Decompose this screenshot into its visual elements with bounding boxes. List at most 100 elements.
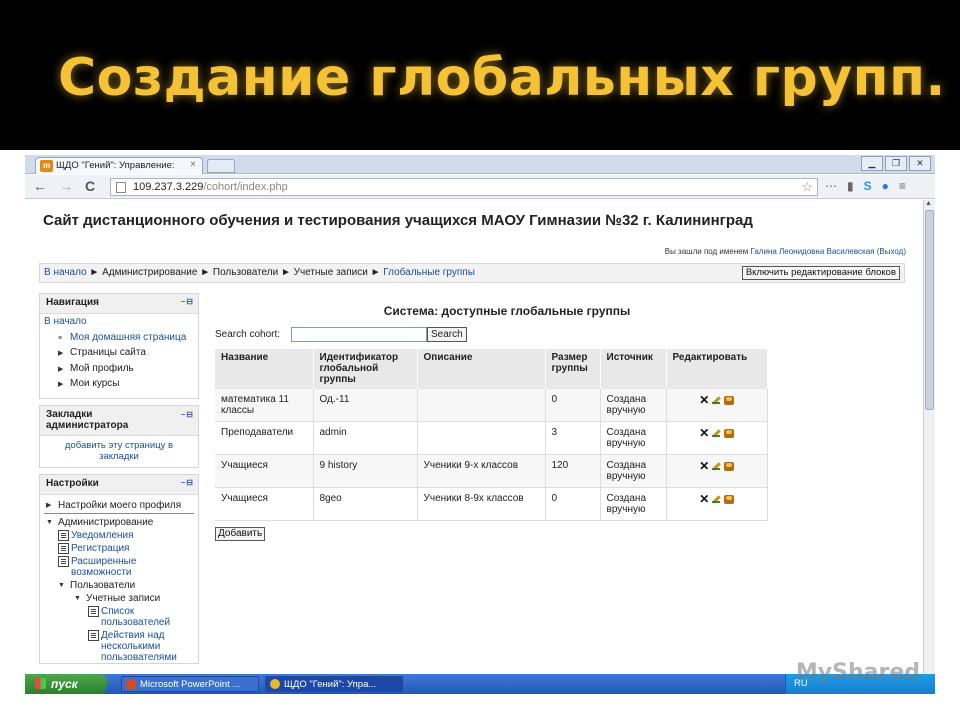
close-window-button[interactable]: ✕ <box>909 156 931 171</box>
block-controls-icon[interactable]: –⊟ <box>181 478 194 487</box>
scroll-thumb[interactable] <box>925 210 934 410</box>
delete-icon[interactable]: ✕ <box>699 394 709 406</box>
settings-item-label: Администрирование <box>58 516 154 528</box>
settings-notifications[interactable]: Уведомления <box>44 529 194 541</box>
edit-icon[interactable] <box>712 396 721 405</box>
bookmark-page-link[interactable]: добавить эту страницу в закладки <box>65 440 173 462</box>
taskbar-item-label: Microsoft PowerPoint ... <box>140 679 241 690</box>
document-icon <box>58 529 69 541</box>
edit-blocks-button[interactable]: Включить редактирование блоков <box>741 266 900 280</box>
user-profile-link[interactable]: Галина Леонидовна Василевская <box>750 247 874 256</box>
assign-users-icon[interactable] <box>724 428 735 438</box>
settings-item-label: Уведомления <box>71 529 134 541</box>
nav-item-my-courses[interactable]: ▶ Мои курсы <box>44 378 194 394</box>
divider <box>44 512 194 514</box>
delete-icon[interactable]: ✕ <box>699 427 709 439</box>
settings-registration[interactable]: Регистрация <box>44 542 194 554</box>
search-button[interactable]: Search <box>427 327 467 342</box>
settings-user-list[interactable]: Список пользователей <box>44 605 194 628</box>
restore-button[interactable]: ❐ <box>885 156 907 171</box>
breadcrumb-accounts[interactable]: Учетные записи <box>294 267 368 278</box>
settings-users[interactable]: ▼ Пользователи <box>44 580 194 591</box>
settings-accounts[interactable]: ▼ Учетные записи <box>44 593 194 604</box>
assign-users-icon[interactable] <box>724 461 735 471</box>
assign-users-icon[interactable] <box>724 494 735 504</box>
breadcrumb-home[interactable]: В начало <box>44 267 87 278</box>
nav-item-my-home[interactable]: ≡ Моя домашняя страница <box>44 332 194 348</box>
block-controls-icon[interactable]: –⊟ <box>181 297 194 306</box>
reload-icon[interactable]: C <box>85 178 95 194</box>
web-page: Сайт дистанционного обучения и тестирова… <box>25 200 922 682</box>
column-header: Размер группы <box>545 349 601 389</box>
cohort-size: 0 <box>545 487 601 521</box>
expand-arrow-icon: ▶ <box>58 381 64 388</box>
settings-item-label: Расширенные возможности <box>71 555 137 578</box>
delete-icon[interactable]: ✕ <box>699 460 709 472</box>
skype-icon[interactable]: S <box>864 179 872 193</box>
taskbar-item-powerpoint[interactable]: Microsoft PowerPoint ... <box>121 676 259 692</box>
bookmark-star-icon[interactable]: ☆ <box>801 179 813 195</box>
window-controls: ▁ ❐ ✕ <box>861 156 931 171</box>
back-arrow-icon[interactable]: ← <box>33 178 47 194</box>
logout-link[interactable]: (Выход) <box>877 247 906 256</box>
column-header: Описание <box>417 349 546 389</box>
edit-actions: ✕ <box>666 487 768 521</box>
browser-tab[interactable]: m ЩДО "Гений": Управление: × <box>35 157 203 174</box>
taskbar-item-browser[interactable]: ЩДО "Гений": Упра... <box>265 676 403 692</box>
wrench-icon[interactable]: ⋯ <box>825 179 837 193</box>
add-cohort-button[interactable]: Добавить <box>215 527 266 541</box>
chart-icon[interactable]: ▮ <box>847 179 854 193</box>
settings-block-header: Настройки –⊟ <box>40 474 198 495</box>
breadcrumb-bar: В начало ► Администрирование ► Пользоват… <box>39 263 905 283</box>
settings-advanced[interactable]: Расширенные возможности <box>44 555 194 578</box>
settings-bulk-actions[interactable]: Действия над несколькими пользователями <box>44 629 194 663</box>
search-label: Search cohort: <box>215 329 281 340</box>
settings-my-profile[interactable]: ▶ Настройки моего профиля <box>44 500 194 511</box>
edit-actions: ✕ <box>666 454 768 488</box>
cohort-id: 8geo <box>313 487 418 521</box>
breadcrumb: В начало ► Администрирование ► Пользоват… <box>44 267 475 278</box>
settings-title: Настройки <box>46 477 99 489</box>
delete-icon[interactable]: ✕ <box>699 493 709 505</box>
edit-icon[interactable] <box>712 462 721 471</box>
nav-item-label: Мой профиль <box>70 362 134 374</box>
new-tab-button[interactable] <box>207 159 235 173</box>
edit-icon[interactable] <box>712 495 721 504</box>
document-icon <box>58 555 69 567</box>
scroll-up-icon[interactable]: ▲ <box>925 200 932 207</box>
login-info: Вы зашли под именем Галина Леонидовна Ва… <box>665 247 906 256</box>
slide-header: Создание глобальных групп. <box>0 0 960 150</box>
menu-icon[interactable]: ≡ <box>899 179 906 193</box>
assign-users-icon[interactable] <box>724 395 735 405</box>
settings-item-label: Учетные записи <box>86 592 161 604</box>
breadcrumb-separator: ► <box>278 267 294 278</box>
settings-item-label: Пользователи <box>70 579 136 591</box>
globe-icon[interactable]: ● <box>882 179 889 193</box>
nav-home-label: В начало <box>44 316 87 327</box>
page-icon <box>116 182 126 193</box>
nav-item-site-pages[interactable]: ▶ Страницы сайта <box>44 347 194 363</box>
start-button[interactable]: пуск <box>25 674 107 694</box>
address-bar[interactable]: 109.237.3.229/cohort/index.php ☆ <box>110 178 818 196</box>
minimize-button[interactable]: ▁ <box>861 156 883 171</box>
breadcrumb-admin[interactable]: Администрирование <box>102 267 197 278</box>
column-header: Идентификатор глобальной группы <box>313 349 418 389</box>
cohort-source: Создана вручную <box>600 389 667 422</box>
tab-title: ЩДО "Гений": Управление: <box>56 160 175 171</box>
nav-item-my-profile[interactable]: ▶ Мой профиль <box>44 363 194 379</box>
search-cohort-input[interactable] <box>291 327 427 342</box>
expand-arrow-icon: ▶ <box>58 365 64 373</box>
cohort-name: Преподаватели <box>215 421 314 455</box>
nav-home[interactable]: В начало <box>44 316 194 332</box>
edit-icon[interactable] <box>712 429 721 438</box>
vertical-scrollbar[interactable]: ▲ ▼ <box>923 200 935 682</box>
forward-arrow-icon[interactable]: → <box>59 178 73 194</box>
breadcrumb-cohorts[interactable]: Глобальные группы <box>383 267 475 278</box>
close-tab-icon[interactable]: × <box>190 159 196 170</box>
settings-administration[interactable]: ▼ Администрирование <box>44 517 194 528</box>
page-title: Система: доступные глобальные группы <box>383 304 631 318</box>
login-prefix: Вы зашли под именем <box>664 247 751 256</box>
breadcrumb-users[interactable]: Пользователи <box>213 267 278 278</box>
settings-item-label: Настройки моего профиля <box>58 499 182 511</box>
block-controls-icon[interactable]: –⊟ <box>181 409 194 420</box>
